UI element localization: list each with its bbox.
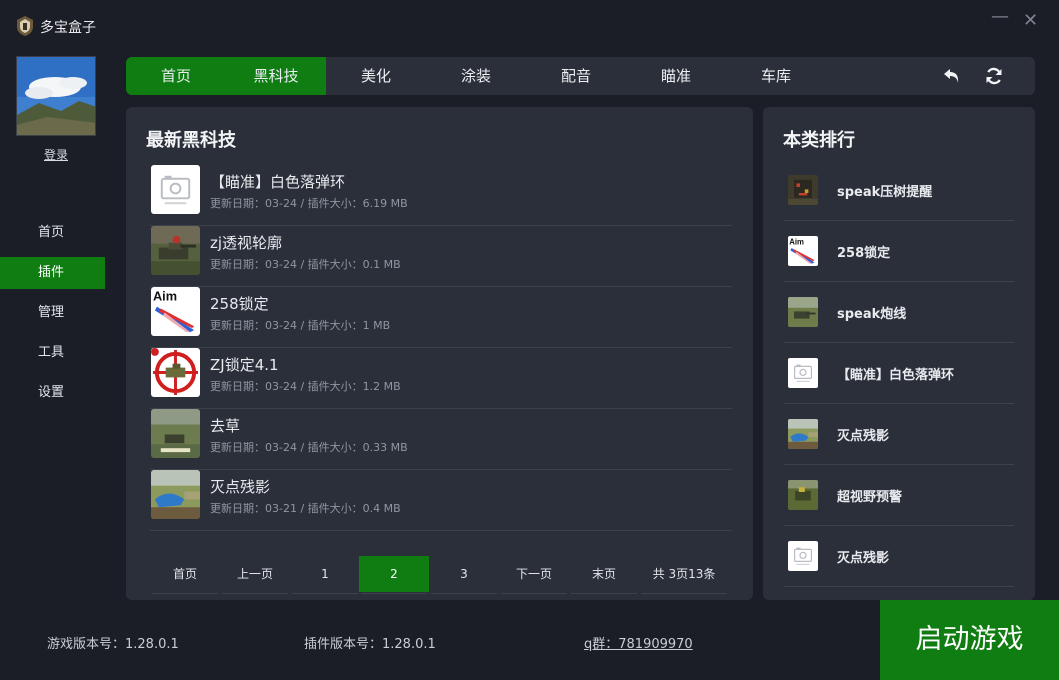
rank-list-item[interactable]: 258锁定 (784, 221, 1014, 282)
avatar[interactable] (16, 56, 96, 136)
rank-list-item[interactable]: 灭点残影 (784, 526, 1014, 587)
close-button[interactable]: ✕ (1023, 10, 1038, 31)
tab-beautify[interactable]: 美化 (326, 57, 426, 95)
plugin-name: 灭点残影 (210, 478, 271, 496)
crosshair-icon (151, 348, 200, 397)
plugin-list-item[interactable]: zj透视轮廓 更新日期：03-24 / 插件大小：0.1 MB (150, 226, 732, 287)
page-1-button[interactable]: 1 (290, 556, 360, 594)
plugin-meta: 更新日期：03-24 / 插件大小：0.1 MB (210, 258, 401, 271)
tab-voice[interactable]: 配音 (526, 57, 626, 95)
rank-name: 258锁定 (837, 246, 891, 261)
sidebar-item-plugins[interactable]: 插件 (0, 257, 105, 289)
rank-list-item[interactable]: 灭点残影 (784, 404, 1014, 465)
plugin-thumbnail (151, 409, 200, 458)
tab-garage[interactable]: 车库 (726, 57, 826, 95)
placeholder-image-icon (151, 165, 200, 214)
rank-name: 超视野预警 (837, 490, 903, 505)
sidebar-item-tools[interactable]: 工具 (0, 337, 105, 369)
plugin-list-item[interactable]: ZJ锁定4.1 更新日期：03-24 / 插件大小：1.2 MB (150, 348, 732, 409)
rank-name: 灭点残影 (837, 429, 890, 444)
rank-thumbnail (788, 297, 818, 327)
rank-list-item[interactable]: speak炮线 (784, 282, 1014, 343)
game-version: 游戏版本号：1.28.0.1 (47, 637, 179, 652)
refresh-icon[interactable] (984, 66, 1004, 86)
rank-list-item[interactable]: 【瞄准】白色落弹环 (784, 343, 1014, 404)
sidebar-item-manage[interactable]: 管理 (0, 297, 105, 329)
plugin-thumbnail (151, 287, 200, 336)
rank-name: 灭点残影 (837, 551, 890, 566)
page-first-button[interactable]: 首页 (150, 556, 220, 594)
page-2-button[interactable]: 2 (359, 556, 429, 594)
rank-thumbnail (788, 175, 818, 205)
page-summary: 共 3页13条 (639, 556, 729, 594)
rank-name: speak压树提醒 (837, 185, 933, 200)
sidebar-item-settings[interactable]: 设置 (0, 377, 105, 409)
qq-group-link[interactable]: q群：781909970 (584, 633, 693, 652)
plugin-list-item[interactable]: 【瞄准】白色落弹环 更新日期：03-24 / 插件大小：6.19 MB (150, 165, 732, 226)
plugin-name: zj透视轮廓 (210, 234, 283, 252)
plugin-list-item[interactable]: 258锁定 更新日期：03-24 / 插件大小：1 MB (150, 287, 732, 348)
ranking-panel: 本类排行 speak压树提醒 258锁定 speak炮线 【瞄准】白色落弹环 灭… (763, 107, 1035, 600)
plugin-meta: 更新日期：03-24 / 插件大小：0.33 MB (210, 441, 408, 454)
plugin-thumbnail (151, 470, 200, 519)
tab-aim[interactable]: 瞄准 (626, 57, 726, 95)
page-prev-button[interactable]: 上一页 (220, 556, 290, 594)
plugin-name: ZJ锁定4.1 (210, 356, 279, 374)
page-next-button[interactable]: 下一页 (499, 556, 569, 594)
rank-name: speak炮线 (837, 307, 907, 322)
rank-thumbnail (788, 480, 818, 510)
tab-skins[interactable]: 涂装 (426, 57, 526, 95)
panel-title: 最新黑科技 (146, 130, 236, 151)
tab-home[interactable]: 首页 (126, 57, 226, 95)
minimize-button[interactable]: — (991, 6, 1009, 27)
latest-plugins-panel: 最新黑科技 【瞄准】白色落弹环 更新日期：03-24 / 插件大小：6.19 M… (126, 107, 753, 600)
plugin-list-item[interactable]: 去草 更新日期：03-24 / 插件大小：0.33 MB (150, 409, 732, 470)
login-link[interactable]: 登录 (0, 146, 112, 163)
plugin-meta: 更新日期：03-24 / 插件大小：6.19 MB (210, 197, 408, 210)
rank-thumbnail (788, 236, 818, 266)
plugin-thumbnail (151, 226, 200, 275)
avatar-image (17, 57, 95, 135)
placeholder-image-icon (788, 358, 818, 388)
plugin-name: 【瞄准】白色落弹环 (210, 173, 346, 191)
panel-title: 本类排行 (783, 130, 855, 151)
plugin-meta: 更新日期：03-21 / 插件大小：0.4 MB (210, 502, 401, 515)
plugin-list-item[interactable]: 灭点残影 更新日期：03-21 / 插件大小：0.4 MB (150, 470, 732, 531)
plugin-name: 258锁定 (210, 295, 269, 313)
app-logo-icon (17, 16, 33, 36)
plugin-meta: 更新日期：03-24 / 插件大小：1.2 MB (210, 380, 401, 393)
rank-list-item[interactable]: 超视野预警 (784, 465, 1014, 526)
page-last-button[interactable]: 末页 (569, 556, 639, 594)
rank-name: 【瞄准】白色落弹环 (837, 368, 955, 383)
placeholder-image-icon (788, 541, 818, 571)
rank-thumbnail (788, 419, 818, 449)
page-3-button[interactable]: 3 (429, 556, 499, 594)
plugin-meta: 更新日期：03-24 / 插件大小：1 MB (210, 319, 391, 332)
back-icon[interactable] (942, 66, 962, 86)
launch-game-button[interactable]: 启动游戏 (880, 600, 1059, 680)
tab-black-tech[interactable]: 黑科技 (226, 57, 326, 95)
rank-list-item[interactable]: speak压树提醒 (784, 160, 1014, 221)
plugin-name: 去草 (210, 417, 241, 435)
plugin-version: 插件版本号：1.28.0.1 (304, 637, 436, 652)
top-nav: 首页 黑科技 美化 涂装 配音 瞄准 车库 (126, 57, 1035, 95)
sidebar-item-home[interactable]: 首页 (0, 217, 105, 249)
app-title: 多宝盒子 (40, 20, 96, 36)
pagination: 首页 上一页 1 2 3 下一页 末页 共 3页13条 (150, 556, 730, 594)
